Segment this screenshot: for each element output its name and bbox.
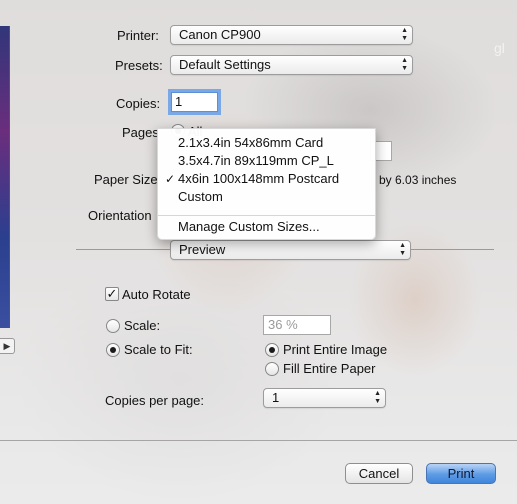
auto-rotate-checkbox[interactable]: ✓ [105, 287, 119, 301]
presets-popup[interactable]: Default Settings ▲ ▼ [170, 55, 413, 75]
copies-per-page-label: Copies per page: [105, 393, 205, 408]
scale-to-fit-radio[interactable] [106, 343, 120, 357]
presets-value: Default Settings [179, 57, 271, 72]
copies-input[interactable]: 1 [171, 92, 218, 112]
print-button[interactable]: Print [426, 463, 496, 484]
copies-label: Copies: [116, 96, 161, 111]
updown-arrows-icon: ▲ ▼ [401, 57, 408, 72]
paper-size-label: Paper Size [94, 172, 158, 187]
printer-value: Canon CP900 [179, 27, 261, 42]
copies-per-page-popup[interactable]: 1 ▲ ▼ [263, 388, 386, 408]
preview-thumbnail [0, 26, 10, 328]
auto-rotate-label: Auto Rotate [122, 287, 191, 302]
section-value: Preview [179, 242, 226, 257]
paper-dimension-text: by 6.03 inches [379, 173, 457, 187]
menu-item-card[interactable]: 2.1x3.4in 54x86mm Card [158, 134, 375, 152]
print-entire-image-radio[interactable] [265, 343, 279, 357]
presets-label: Presets: [115, 58, 163, 73]
watermark-text: gl [494, 40, 505, 56]
updown-arrows-icon: ▲ ▼ [399, 242, 406, 257]
menu-item-postcard[interactable]: ✓ 4x6in 100x148mm Postcard [158, 170, 375, 188]
pages-label: Pages [122, 125, 159, 140]
copies-per-page-value: 1 [272, 390, 280, 405]
fill-entire-paper-radio[interactable] [265, 362, 279, 376]
scale-to-fit-label: Scale to Fit: [124, 342, 193, 357]
menu-item-manage-custom-sizes[interactable]: Manage Custom Sizes... [158, 218, 375, 236]
scale-label: Scale: [124, 318, 161, 333]
bottom-separator [0, 440, 517, 441]
cancel-button[interactable]: Cancel [345, 463, 413, 484]
printer-popup[interactable]: Canon CP900 ▲ ▼ [170, 25, 413, 45]
printer-label: Printer: [117, 28, 159, 43]
separator [410, 249, 494, 250]
separator [76, 249, 171, 250]
menu-item-custom[interactable]: Custom [158, 188, 375, 206]
updown-arrows-icon: ▲ ▼ [374, 390, 381, 405]
paper-size-menu: 2.1x3.4in 54x86mm Card 3.5x4.7in 89x119m… [157, 128, 376, 240]
section-popup[interactable]: Preview ▲ ▼ [170, 240, 411, 260]
fill-entire-paper-label: Fill Entire Paper [283, 361, 376, 376]
updown-arrows-icon: ▲ ▼ [401, 27, 408, 42]
next-page-button[interactable]: ▶ [0, 338, 15, 354]
orientation-label: Orientation [88, 208, 152, 223]
menu-separator [158, 215, 375, 216]
menu-item-cp-l[interactable]: 3.5x4.7in 89x119mm CP_L [158, 152, 375, 170]
checkmark-icon: ✓ [165, 172, 176, 186]
print-entire-image-label: Print Entire Image [283, 342, 388, 357]
scale-input[interactable]: 36 % [263, 315, 331, 335]
scale-radio[interactable] [106, 319, 120, 333]
